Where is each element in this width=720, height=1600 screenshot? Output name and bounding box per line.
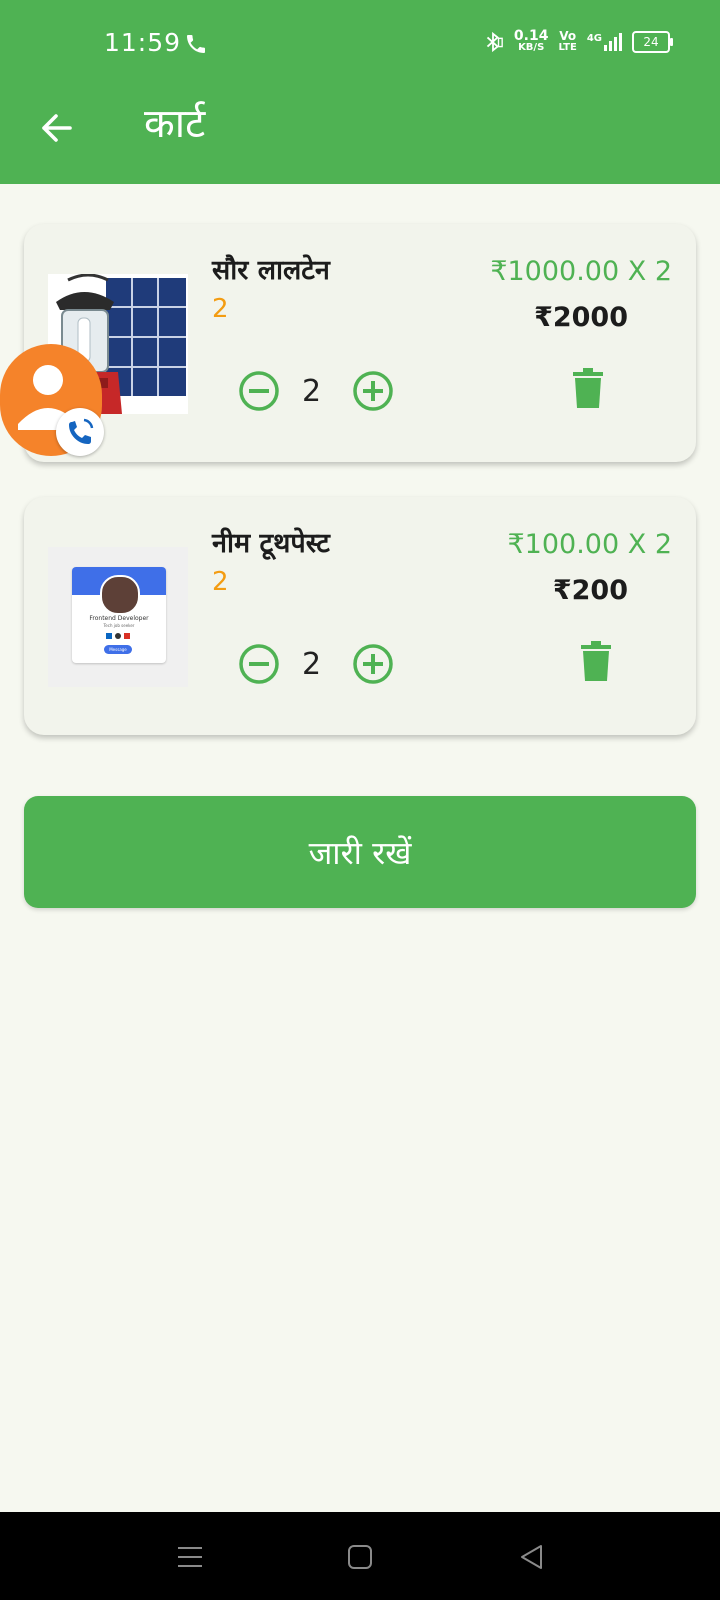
message-button: Message (104, 645, 132, 654)
arrow-left-icon[interactable] (36, 108, 76, 148)
profile-role: Tech job seeker (103, 623, 135, 628)
phone-call-icon (187, 35, 205, 53)
unit-price: ₹100.00 X 2 (507, 529, 673, 560)
plus-circle-icon[interactable] (352, 370, 394, 412)
signal-bars-icon (604, 33, 622, 51)
profile-card-preview: Frontend Developer Tech job seeker Messa… (72, 567, 166, 663)
bluetooth-icon (486, 31, 503, 53)
trash-icon[interactable] (571, 368, 605, 408)
unit-price: ₹1000.00 X 2 (490, 256, 672, 287)
net-speed: 0.14 KB/S (513, 28, 549, 54)
status-icons: 0.14 KB/S Vo LTE 4G 24 (482, 28, 673, 54)
product-name: सौर लालटेन (212, 255, 330, 286)
product-image-neem-toothpaste: Frontend Developer Tech job seeker Messa… (48, 547, 188, 687)
social-icons (106, 633, 130, 639)
continue-button[interactable]: जारी रखें (24, 796, 696, 908)
minus-circle-icon[interactable] (238, 643, 280, 685)
back-triangle-icon[interactable] (517, 1542, 547, 1572)
product-name: नीम टूथपेस्ट (212, 528, 330, 559)
product-qty-label: 2 (212, 294, 229, 324)
status-time: 11:59 (104, 28, 182, 57)
net-speed-value: 0.14 (513, 28, 549, 44)
home-square-icon[interactable] (345, 1542, 375, 1572)
system-nav-bar (0, 1512, 720, 1600)
volte-bottom: LTE (558, 42, 577, 53)
battery-level: 24 (643, 35, 659, 49)
network-type: 4G (586, 33, 602, 44)
cart-item-card: Frontend Developer Tech job seeker Messa… (24, 497, 696, 735)
cart-item-card: सौर लालटेन 2 ₹1000.00 X 2 ₹2000 2 (24, 224, 696, 462)
minus-circle-icon[interactable] (238, 370, 280, 412)
phone-icon (69, 418, 94, 444)
page-title: कार्ट (144, 101, 206, 147)
net-speed-unit: KB/S (518, 42, 545, 53)
plus-circle-icon[interactable] (352, 643, 394, 685)
volte-indicator: Vo LTE (558, 30, 576, 54)
menu-icon[interactable] (175, 1542, 205, 1572)
quantity-value: 2 (302, 374, 322, 409)
status-bar: 11:59 0.14 KB/S Vo LTE 4G 24 (0, 0, 720, 86)
trash-icon[interactable] (579, 641, 613, 681)
call-badge[interactable] (56, 408, 104, 456)
line-total: ₹200 (552, 575, 628, 606)
floating-contact-bubble[interactable] (0, 344, 106, 456)
app-bar: कार्ट (0, 86, 720, 184)
profile-name: Frontend Developer (89, 615, 149, 622)
volte-top: Vo (559, 29, 577, 43)
signal-indicator: 4G (587, 33, 622, 51)
line-total: ₹2000 (534, 302, 628, 333)
quantity-value: 2 (302, 647, 322, 682)
battery-icon: 24 (632, 31, 673, 53)
product-qty-label: 2 (212, 567, 229, 597)
avatar (100, 575, 140, 615)
